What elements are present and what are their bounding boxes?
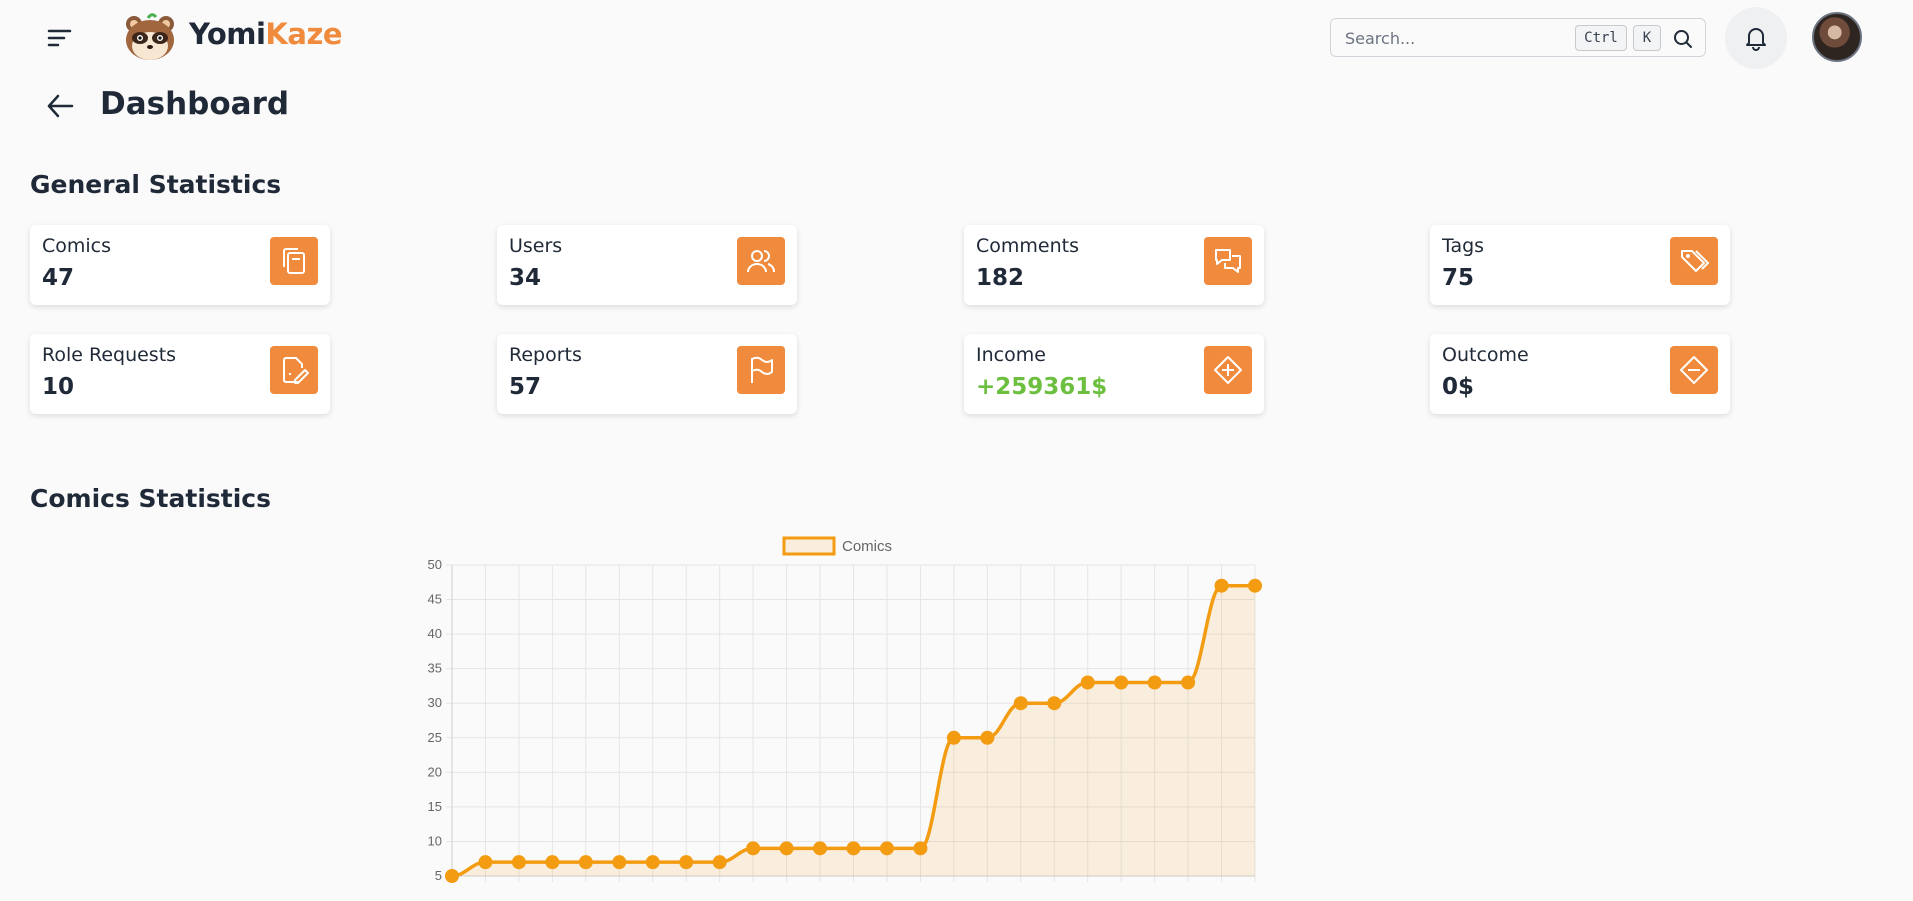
stat-label: Reports bbox=[509, 344, 582, 366]
y-tick-label: 10 bbox=[428, 833, 442, 848]
stat-card-income: Income +259361$ bbox=[964, 334, 1264, 414]
brand-part-2: Kaze bbox=[265, 17, 343, 51]
y-tick-label: 40 bbox=[428, 626, 442, 641]
stat-value: 57 bbox=[509, 374, 542, 400]
page-scrollbar[interactable] bbox=[1907, 0, 1913, 901]
flag-icon bbox=[737, 346, 785, 394]
y-tick-label: 25 bbox=[428, 730, 442, 745]
chart-canvas: 50 45 40 35 30 25 20 15 10 5 Comics bbox=[428, 536, 1262, 883]
comics-statistics-title: Comics Statistics bbox=[30, 484, 271, 513]
data-point bbox=[712, 855, 727, 870]
data-point bbox=[1013, 696, 1028, 711]
y-tick-label: 45 bbox=[428, 592, 442, 607]
top-header: YomiKaze Ctrl K bbox=[0, 0, 1913, 74]
stat-card-comics: Comics 47 bbox=[30, 225, 330, 305]
data-point bbox=[779, 841, 794, 856]
edit-document-icon bbox=[270, 346, 318, 394]
data-point bbox=[879, 841, 894, 856]
menu-icon[interactable] bbox=[44, 24, 74, 50]
y-tick-label: 50 bbox=[428, 557, 442, 572]
data-point bbox=[1114, 675, 1129, 690]
data-point bbox=[913, 841, 928, 856]
y-tick-label: 5 bbox=[435, 868, 442, 883]
data-point bbox=[1248, 578, 1262, 593]
data-point bbox=[1047, 696, 1062, 711]
back-arrow-icon[interactable] bbox=[44, 90, 76, 122]
stat-label: Role Requests bbox=[42, 344, 177, 366]
stat-card-reports: Reports 57 bbox=[497, 334, 797, 414]
data-point bbox=[1080, 675, 1095, 690]
data-point bbox=[846, 841, 861, 856]
data-point bbox=[1181, 675, 1196, 690]
brand-part-1: Yomi bbox=[189, 17, 266, 51]
data-point bbox=[478, 855, 493, 870]
data-point bbox=[578, 855, 593, 870]
tags-icon bbox=[1670, 237, 1718, 285]
stat-value: 10 bbox=[42, 374, 75, 400]
stat-value: 0$ bbox=[1442, 374, 1475, 400]
stat-card-comments: Comments 182 bbox=[964, 225, 1264, 305]
page-title: Dashboard bbox=[100, 86, 290, 122]
raccoon-logo-icon[interactable] bbox=[122, 12, 178, 62]
stat-card-outcome: Outcome 0$ bbox=[1430, 334, 1730, 414]
stat-label: Tags bbox=[1442, 235, 1485, 257]
data-point bbox=[1214, 578, 1229, 593]
search-icon[interactable] bbox=[1671, 27, 1695, 51]
comics-line-chart: 50 45 40 35 30 25 20 15 10 5 Comics bbox=[400, 528, 1270, 901]
stat-label: Income bbox=[976, 344, 1046, 366]
data-point bbox=[511, 855, 526, 870]
notifications-button[interactable] bbox=[1725, 7, 1787, 69]
search-input[interactable] bbox=[1345, 27, 1565, 49]
shortcut-ctrl-key: Ctrl bbox=[1575, 25, 1627, 51]
legend-swatch bbox=[782, 536, 836, 556]
data-point bbox=[612, 855, 627, 870]
stat-label: Comics bbox=[42, 235, 112, 257]
data-point bbox=[746, 841, 761, 856]
shortcut-k-key: K bbox=[1633, 25, 1661, 51]
brand-name[interactable]: YomiKaze bbox=[189, 17, 343, 51]
data-point bbox=[1147, 675, 1162, 690]
stat-label: Outcome bbox=[1442, 344, 1529, 366]
legend-label: Comics bbox=[842, 538, 892, 555]
stat-value: 75 bbox=[1442, 265, 1475, 291]
users-icon bbox=[737, 237, 785, 285]
stat-value: 47 bbox=[42, 265, 75, 291]
search-box[interactable]: Ctrl K bbox=[1330, 18, 1706, 57]
user-avatar[interactable] bbox=[1812, 12, 1862, 62]
stat-card-role-requests: Role Requests 10 bbox=[30, 334, 330, 414]
stat-value: 182 bbox=[976, 265, 1025, 291]
stat-card-tags: Tags 75 bbox=[1430, 225, 1730, 305]
stat-label: Comments bbox=[976, 235, 1079, 257]
data-point bbox=[813, 841, 828, 856]
data-point bbox=[645, 855, 660, 870]
diamond-minus-icon bbox=[1670, 346, 1718, 394]
data-point bbox=[946, 730, 961, 745]
stat-value: 34 bbox=[509, 265, 542, 291]
copy-icon bbox=[270, 237, 318, 285]
data-point bbox=[545, 855, 560, 870]
y-tick-label: 15 bbox=[428, 799, 442, 814]
y-tick-label: 30 bbox=[428, 695, 442, 710]
diamond-plus-icon bbox=[1204, 346, 1252, 394]
data-point bbox=[980, 730, 995, 745]
general-statistics-title: General Statistics bbox=[30, 170, 282, 199]
stat-value: +259361$ bbox=[976, 374, 1108, 400]
y-tick-label: 20 bbox=[428, 764, 442, 779]
data-point bbox=[679, 855, 694, 870]
stat-label: Users bbox=[509, 235, 563, 257]
y-tick-label: 35 bbox=[428, 661, 442, 676]
bell-icon bbox=[1746, 28, 1766, 51]
comments-icon bbox=[1204, 237, 1252, 285]
data-point bbox=[445, 869, 459, 883]
stat-card-users: Users 34 bbox=[497, 225, 797, 305]
